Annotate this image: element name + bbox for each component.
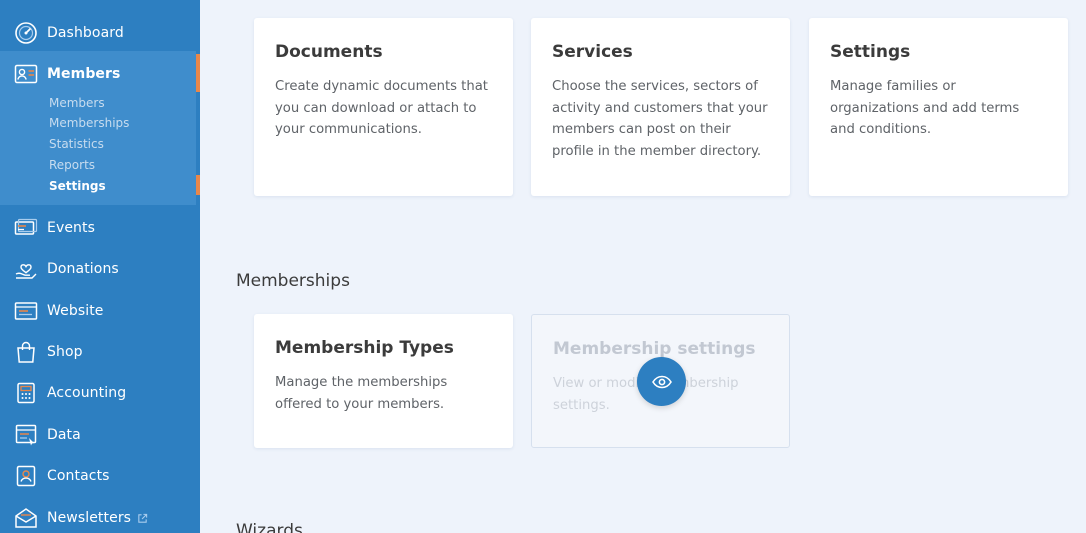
sidebar-item-label: Accounting	[47, 385, 127, 401]
services-card[interactable]: Services Choose the services, sectors of…	[531, 18, 790, 196]
card-title: Membership settings	[553, 339, 756, 359]
card-title: Membership Types	[275, 338, 454, 358]
sidebar-item-label: Donations	[47, 261, 119, 277]
sidebar-item-label: Shop	[47, 344, 83, 360]
sidebar-item-members[interactable]: Members	[0, 54, 200, 94]
card-title: Settings	[830, 42, 911, 62]
data-icon	[14, 423, 38, 447]
dashboard-icon	[14, 21, 38, 45]
sidebar: Dashboard Members Members Memberships St…	[0, 0, 200, 533]
sidebar-item-shop[interactable]: Shop	[0, 332, 200, 372]
section-title-wizards: Wizards	[236, 521, 303, 533]
sidebar-item-donations[interactable]: Donations	[0, 249, 200, 289]
card-title: Services	[552, 42, 633, 62]
eye-icon	[651, 375, 672, 389]
sidebar-item-label: Data	[47, 427, 81, 443]
events-icon	[14, 216, 38, 240]
sidebar-item-label: Newsletters	[47, 510, 132, 526]
sidebar-item-contacts[interactable]: Contacts	[0, 456, 200, 496]
sidebar-item-label: Events	[47, 220, 96, 236]
card-description: Manage the memberships offered to your m…	[275, 375, 448, 412]
membership-types-card[interactable]: Membership Types Manage the memberships …	[254, 314, 513, 448]
sub-item-reports[interactable]: Reports	[49, 158, 95, 172]
card-description: Manage families or organizations and add…	[830, 79, 1020, 137]
contacts-icon	[14, 464, 38, 488]
sidebar-item-label: Members	[47, 66, 121, 82]
documents-card[interactable]: Documents Create dynamic documents that …	[254, 18, 513, 196]
members-icon	[14, 62, 38, 86]
shop-icon	[14, 340, 38, 364]
website-icon	[14, 299, 38, 323]
sidebar-item-label: Website	[47, 303, 104, 319]
sidebar-item-dashboard[interactable]: Dashboard	[0, 13, 200, 53]
sidebar-item-website[interactable]: Website	[0, 291, 200, 331]
sub-item-statistics[interactable]: Statistics	[49, 137, 104, 151]
view-button[interactable]	[637, 357, 686, 406]
card-description: Create dynamic documents that you can do…	[275, 79, 488, 137]
external-link-icon	[137, 509, 148, 528]
donations-icon	[14, 257, 38, 281]
card-description: Choose the services, sectors of activity…	[552, 79, 768, 159]
accounting-icon	[14, 381, 38, 405]
card-title: Documents	[275, 42, 383, 62]
sidebar-item-events[interactable]: Events	[0, 208, 200, 248]
sidebar-item-label: Dashboard	[47, 25, 124, 41]
sub-item-members[interactable]: Members	[49, 96, 105, 110]
sidebar-item-newsletters[interactable]: Newsletters	[0, 498, 200, 533]
sidebar-item-label: Contacts	[47, 468, 110, 484]
section-title-memberships: Memberships	[236, 271, 350, 291]
active-sub-indicator	[196, 175, 200, 195]
sidebar-item-accounting[interactable]: Accounting	[0, 373, 200, 413]
newsletters-icon	[14, 506, 38, 530]
sub-item-settings[interactable]: Settings	[49, 179, 106, 193]
settings-card[interactable]: Settings Manage families or organization…	[809, 18, 1068, 196]
sidebar-item-data[interactable]: Data	[0, 415, 200, 455]
sub-item-memberships[interactable]: Memberships	[49, 116, 129, 130]
